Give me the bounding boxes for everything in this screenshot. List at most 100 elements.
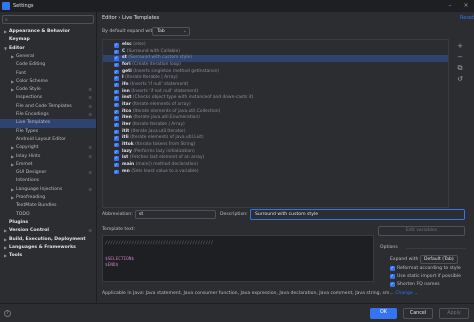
sidebar-item[interactable]: File Encodings ⚙ [0,111,96,119]
chevron-down-icon[interactable]: ▼ [3,45,8,53]
sidebar-item[interactable]: ▶ Tools [0,252,96,260]
sidebar-item[interactable]: ▶ Language Injections ⚙ [0,186,96,194]
template-checkbox[interactable]: ✓ [114,162,119,168]
chevron-right-icon[interactable]: ▶ [10,161,15,169]
template-checkbox[interactable]: ✓ [114,142,119,148]
template-row[interactable]: ✓ itar (Iterate elements of array) [103,102,448,109]
change-link[interactable]: Change [395,291,413,296]
sidebar-item[interactable]: ▶ General [0,53,96,61]
add-icon[interactable]: + [454,41,466,51]
template-row[interactable]: ✓ fori (Create iteration loop) [103,62,448,69]
template-checkbox[interactable]: ✓ [114,156,119,161]
sidebar-item[interactable]: ▶ Version Control ⚙ [0,227,96,235]
help-icon[interactable]: ? [4,310,11,317]
template-checkbox[interactable]: ✓ [114,56,119,61]
sidebar-item[interactable]: ▶ Proofreading [0,194,96,202]
cancel-button[interactable]: Cancel [403,308,433,319]
template-checkbox[interactable]: ✓ [114,96,119,101]
sidebar-item[interactable]: Font [0,70,96,78]
sidebar-item[interactable]: Keymap [0,36,96,44]
expand-with-select[interactable]: Tab ⌄ [152,27,190,36]
chevron-right-icon[interactable]: ▶ [10,78,15,86]
remove-icon[interactable]: − [454,52,466,62]
template-checkbox[interactable]: ✓ [114,69,119,75]
restore-icon[interactable]: ↺ [454,74,466,84]
close-icon[interactable]: × [462,1,470,10]
template-checkbox[interactable]: ✓ [114,76,119,81]
chevron-right-icon[interactable]: ▶ [10,53,15,61]
sidebar-item[interactable]: TODO [0,211,96,219]
chevron-right-icon[interactable]: ▶ [3,227,8,235]
template-row[interactable]: ✓ I (Iterate Iterable | Array) [103,75,448,82]
chevron-right-icon[interactable]: ▶ [10,194,15,202]
breadcrumb-parent[interactable]: Editor [102,15,117,21]
apply-button[interactable]: Apply [439,308,469,319]
sidebar-item[interactable]: File Types [0,128,96,136]
chevron-right-icon[interactable]: ▶ [10,144,15,152]
template-checkbox[interactable]: ✓ [114,82,119,88]
template-row[interactable]: ✓ st (Surround with custom style) [103,55,448,62]
template-row[interactable]: ✓ main (main() method declaration) [103,162,448,169]
template-checkbox[interactable]: ✓ [114,136,119,141]
template-checkbox[interactable]: ✓ [114,89,119,95]
sidebar-item[interactable]: Android Layout Editor [0,136,96,144]
chevron-right-icon[interactable]: ▶ [3,252,8,260]
chevron-right-icon[interactable]: ▶ [3,244,8,252]
minimize-icon[interactable]: – [446,1,454,10]
copy-icon[interactable]: ⧉ [454,63,466,73]
template-checkbox[interactable]: ✓ [114,49,119,55]
description-field[interactable]: Surround with custom style [250,209,465,220]
sidebar-item[interactable]: ▶ Build, Execution, Deployment [0,236,96,244]
template-row[interactable]: ✓ ittok (Iterate tokens from String) [103,142,448,149]
template-checkbox[interactable]: ✓ [114,102,119,108]
sidebar-item[interactable]: Code Editing [0,61,96,69]
sidebar-item[interactable]: TextMate Bundles [0,202,96,210]
template-checkbox[interactable]: ✓ [114,129,119,135]
sidebar-item[interactable]: Intentions [0,177,96,185]
template-text-editor[interactable]: ////////////////////////////////////////… [102,235,374,282]
template-checkbox[interactable]: ✓ [114,62,119,68]
sidebar-item[interactable]: Plugins [0,219,96,227]
sidebar-item[interactable]: ▶ Emmet [0,161,96,169]
ok-button[interactable]: OK [370,308,397,319]
sidebar-item[interactable]: ▶ Color Scheme [0,78,96,86]
template-checkbox[interactable]: ✓ [114,122,119,128]
sidebar-item[interactable]: Live Templates [0,119,96,128]
template-checkbox[interactable]: ✓ [114,149,119,155]
options-expand-with-select[interactable]: Default (Tab) ⌄ [420,255,458,264]
template-row[interactable]: ✓ iter (Iterate Iterable | Array) [103,122,448,129]
template-checkbox[interactable]: ✓ [114,42,119,48]
sidebar-item[interactable]: ▶ Copyright ⚙ [0,144,96,152]
sidebar-item[interactable]: GUI Designer ⚙ [0,169,96,177]
chevron-right-icon[interactable]: ▶ [3,28,8,36]
template-list[interactable]: ✓ elsc (else) ✓ C (Surround with Callable) ✓… [102,39,449,208]
template-checkbox[interactable]: ✓ [114,109,119,115]
chevron-right-icon[interactable]: ▶ [10,86,15,94]
sidebar-item[interactable]: File and Code Templates ⚙ [0,103,96,111]
reset-link[interactable]: Reset [460,15,474,21]
checkmark-icon: ✓ [390,281,395,287]
sidebar-item[interactable]: ▶ Code Style ⚙ [0,86,96,94]
template-row[interactable]: ✓ itli (Iterate elements of java.util.Lis… [103,135,448,142]
template-checkbox[interactable]: ✓ [114,169,119,175]
options-title: Options [380,245,398,250]
template-row[interactable]: ✓ ifn (Inserts 'if null' statement) [103,82,448,89]
chevron-right-icon[interactable]: ▶ [10,153,15,161]
chevron-right-icon[interactable]: ▶ [3,236,8,244]
sidebar-item[interactable]: Inspections ⚙ [0,94,96,102]
sidebar-item[interactable]: ▶ Languages & Frameworks [0,244,96,252]
search-input[interactable]: ⌕ [2,15,94,24]
template-row[interactable]: ✓ elsc (else) [103,42,448,49]
template-row[interactable]: ✓ inst (Checks object type with instanceo… [103,95,448,102]
sidebar-item-label: Emmet [16,161,33,167]
template-row[interactable]: ✓ iten (Iterate java.util.Enumeration) [103,115,448,122]
edit-variables-button[interactable]: Edit variables [378,226,465,236]
abbreviation-field[interactable]: st [135,210,216,219]
template-row[interactable]: ✓ mn (Sets least value to a variable) [103,169,448,176]
sidebar-item[interactable]: ▶ Appearance & Behavior [0,28,96,36]
template-checkbox[interactable]: ✓ [114,116,119,121]
chevron-right-icon[interactable]: ▶ [10,186,15,194]
template-row[interactable]: ✓ lst (Fetches last element of an array) [103,155,448,162]
sidebar-item[interactable]: ▼ Editor [0,45,96,53]
sidebar-item[interactable]: ▶ Inlay Hints ⚙ [0,153,96,161]
